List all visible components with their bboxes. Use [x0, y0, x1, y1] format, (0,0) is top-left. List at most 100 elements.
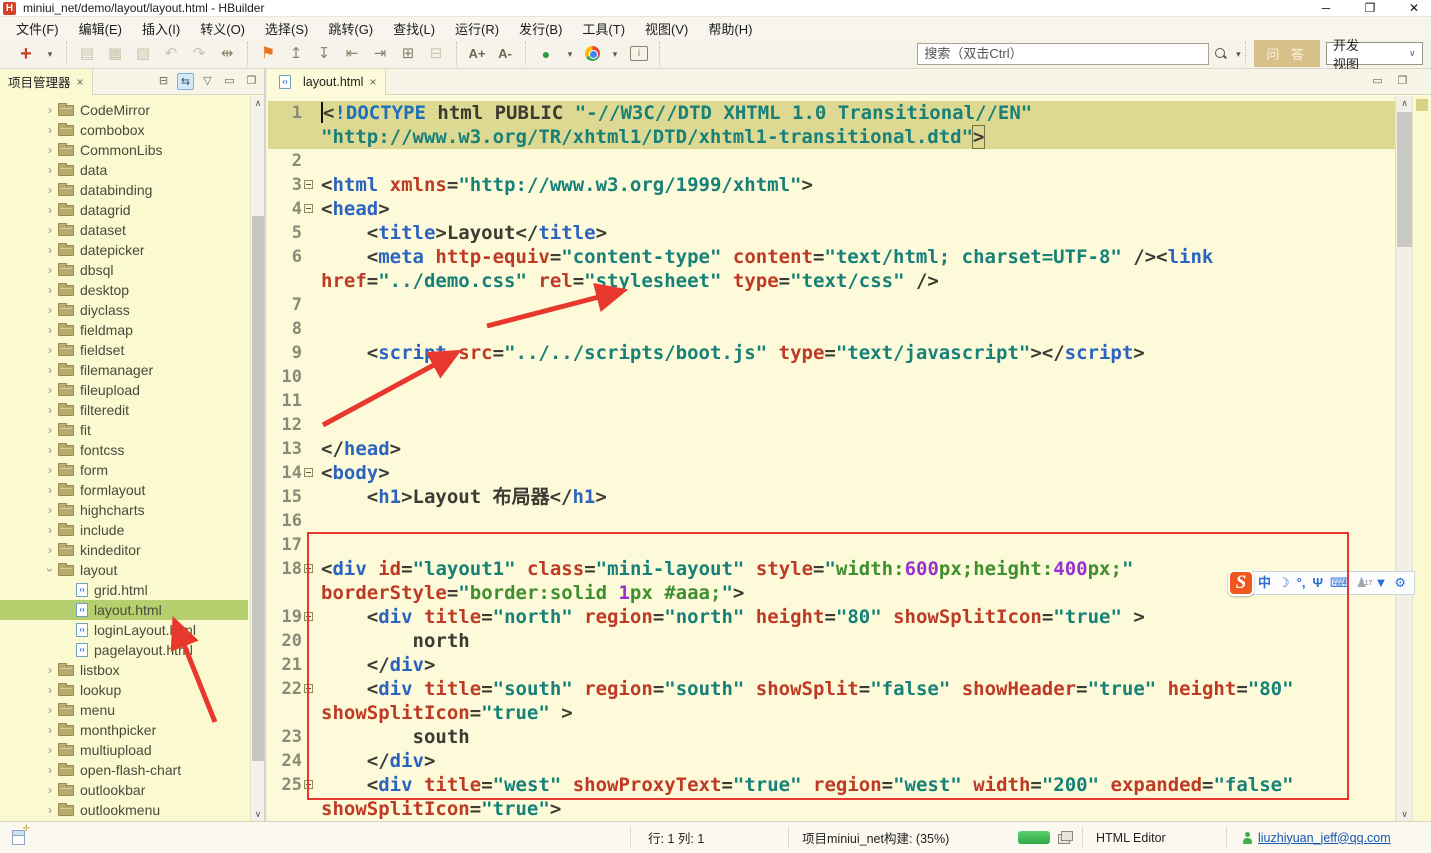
scroll-down-icon[interactable]: ∨	[251, 807, 265, 821]
chevron-collapsed-icon[interactable]: ›	[44, 783, 56, 797]
tree-item-pagelayout.html[interactable]: ›‹›pagelayout.html	[0, 640, 248, 660]
scroll-up-icon[interactable]: ∧	[1396, 96, 1413, 110]
code-line-7[interactable]: 7	[268, 293, 1395, 317]
chevron-collapsed-icon[interactable]: ›	[44, 503, 56, 517]
chevron-collapsed-icon[interactable]: ›	[44, 303, 56, 317]
fold-marker-icon[interactable]	[304, 204, 313, 213]
maximize-editor-icon[interactable]: ❐	[1394, 73, 1411, 90]
scrollbar-thumb[interactable]	[252, 216, 264, 761]
chevron-collapsed-icon[interactable]: ›	[44, 723, 56, 737]
font-increase-button[interactable]: A+	[468, 43, 486, 65]
import-doc-button[interactable]: ↥	[287, 43, 305, 65]
fold-marker-icon[interactable]	[304, 684, 313, 693]
chevron-collapsed-icon[interactable]: ›	[44, 743, 56, 757]
tree-item-datagrid[interactable]: › datagrid	[0, 200, 248, 220]
tree-item-dataset[interactable]: › dataset	[0, 220, 248, 240]
fold-marker-icon[interactable]	[304, 180, 313, 189]
collapse-all-icon[interactable]: ⊟	[155, 73, 172, 90]
code-line-22[interactable]: 22 <div title="south" region="south" sho…	[268, 677, 1395, 701]
tree-item-monthpicker[interactable]: › monthpicker	[0, 720, 248, 740]
tree-item-open-flash-chart[interactable]: › open-flash-chart	[0, 760, 248, 780]
code-line-5[interactable]: 5 <title>Layout</title>	[268, 221, 1395, 245]
qa-button[interactable]: 问 答	[1254, 40, 1320, 67]
tree-item-menu[interactable]: › menu	[0, 700, 248, 720]
format-button[interactable]: ⇹	[218, 43, 236, 65]
tree-item-grid.html[interactable]: ›‹›grid.html	[0, 580, 248, 600]
code-line-17[interactable]: 17	[268, 533, 1395, 557]
tree-item-filteredit[interactable]: › filteredit	[0, 400, 248, 420]
tree-item-datepicker[interactable]: › datepicker	[0, 240, 248, 260]
search-icon[interactable]	[1215, 47, 1227, 60]
tree-item-diyclass[interactable]: › diyclass	[0, 300, 248, 320]
menu-item[interactable]: 工具(T)	[572, 17, 635, 40]
tree-item-data[interactable]: › data	[0, 160, 248, 180]
profile-icon[interactable]: ♟ 17	[1356, 572, 1373, 594]
chevron-collapsed-icon[interactable]: ›	[44, 363, 56, 377]
code-line-13[interactable]: 13 </head>	[268, 437, 1395, 461]
search-caret-icon[interactable]: ▾	[1233, 43, 1243, 65]
chevron-collapsed-icon[interactable]: ›	[44, 463, 56, 477]
menu-item[interactable]: 运行(R)	[445, 17, 509, 40]
wrap-off-button[interactable]: ⊟	[427, 43, 445, 65]
code-line-3[interactable]: 3 <html xmlns="http://www.w3.org/1999/xht…	[268, 173, 1395, 197]
minimize-editor-icon[interactable]: ▭	[1369, 73, 1386, 90]
tab-layout-html[interactable]: ‹› layout.html ×	[268, 68, 387, 95]
bookmark-button[interactable]: ⚑	[259, 43, 277, 65]
tree-item-combobox[interactable]: › combobox	[0, 120, 248, 140]
code-line-19[interactable]: 19 <div title="north" region="north" hei…	[268, 605, 1395, 629]
code-line-wrap[interactable]: href="../demo.css" rel="stylesheet" type…	[268, 269, 1395, 293]
export-doc-button[interactable]: ↧	[315, 43, 333, 65]
code-line-21[interactable]: 21 </div>	[268, 653, 1395, 677]
voice-icon[interactable]: Ψ	[1312, 572, 1323, 594]
close-window-icon[interactable]: ✕	[1405, 1, 1423, 16]
menu-item[interactable]: 转义(O)	[190, 17, 255, 40]
code-line-18[interactable]: 18 <div id="layout1" class="mini-layout" …	[268, 557, 1395, 581]
code-line-wrap[interactable]: "http://www.w3.org/TR/xhtml1/DTD/xhtml1-…	[268, 125, 1395, 149]
tree-item-include[interactable]: › include	[0, 520, 248, 540]
code-line-11[interactable]: 11	[268, 389, 1395, 413]
font-decrease-button[interactable]: A-	[496, 43, 514, 65]
chevron-collapsed-icon[interactable]: ›	[44, 263, 56, 277]
sidebar-scrollbar[interactable]: ∧ ∨	[250, 96, 264, 821]
chevron-collapsed-icon[interactable]: ›	[44, 523, 56, 537]
link-editor-icon[interactable]: ⇆	[177, 73, 194, 90]
minimize-window-icon[interactable]: ─	[1317, 1, 1335, 16]
indent-right-button[interactable]: ⇥	[371, 43, 389, 65]
skin-icon[interactable]: ▼	[1374, 572, 1387, 594]
code-line-2[interactable]: 2	[268, 149, 1395, 173]
tree-item-form[interactable]: › form	[0, 460, 248, 480]
night-mode-icon[interactable]: ☽	[1278, 572, 1290, 594]
fold-marker-icon[interactable]	[304, 468, 313, 477]
keyboard-icon[interactable]: ⌨	[1330, 572, 1349, 594]
code-line-12[interactable]: 12	[268, 413, 1395, 437]
punctuation-icon[interactable]: °,	[1297, 572, 1306, 594]
indent-left-button[interactable]: ⇤	[343, 43, 361, 65]
chevron-collapsed-icon[interactable]: ›	[44, 543, 56, 557]
chevron-collapsed-icon[interactable]: ›	[44, 243, 56, 257]
menu-item[interactable]: 选择(S)	[255, 17, 318, 40]
user-email-link[interactable]: liuzhiyuan_jeff@qq.com	[1258, 831, 1391, 845]
chevron-collapsed-icon[interactable]: ›	[44, 803, 56, 817]
tree-item-fileupload[interactable]: › fileupload	[0, 380, 248, 400]
tree-item-highcharts[interactable]: › highcharts	[0, 500, 248, 520]
chevron-collapsed-icon[interactable]: ›	[44, 103, 56, 117]
editor-scrollbar[interactable]: ∧ ∨	[1395, 96, 1412, 821]
code-line-20[interactable]: 20 north	[268, 629, 1395, 653]
chevron-collapsed-icon[interactable]: ›	[44, 763, 56, 777]
menu-item[interactable]: 视图(V)	[635, 17, 698, 40]
wrap-button[interactable]: ⊞	[399, 43, 417, 65]
restore-window-icon[interactable]: ❐	[1361, 1, 1379, 16]
tab-project-manager[interactable]: 项目管理器 ×	[0, 68, 93, 95]
redo-button[interactable]: ↷	[190, 43, 208, 65]
menu-item[interactable]: 跳转(G)	[318, 17, 383, 40]
tree-item-CommonLibs[interactable]: › CommonLibs	[0, 140, 248, 160]
tree-item-layout[interactable]: › layout	[0, 560, 248, 580]
tree-item-fieldmap[interactable]: › fieldmap	[0, 320, 248, 340]
menu-item[interactable]: 插入(I)	[132, 17, 190, 40]
code-line-9[interactable]: 9 <script src="../../scripts/boot.js" ty…	[268, 341, 1395, 365]
tree-item-multiupload[interactable]: › multiupload	[0, 740, 248, 760]
code-line-1[interactable]: 1 <!DOCTYPE html PUBLIC "-//W3C//DTD XHTM…	[268, 101, 1395, 125]
chevron-expanded-icon[interactable]: ›	[43, 564, 57, 576]
run-browser-caret[interactable]: ▾	[565, 43, 575, 65]
code-line-8[interactable]: 8	[268, 317, 1395, 341]
